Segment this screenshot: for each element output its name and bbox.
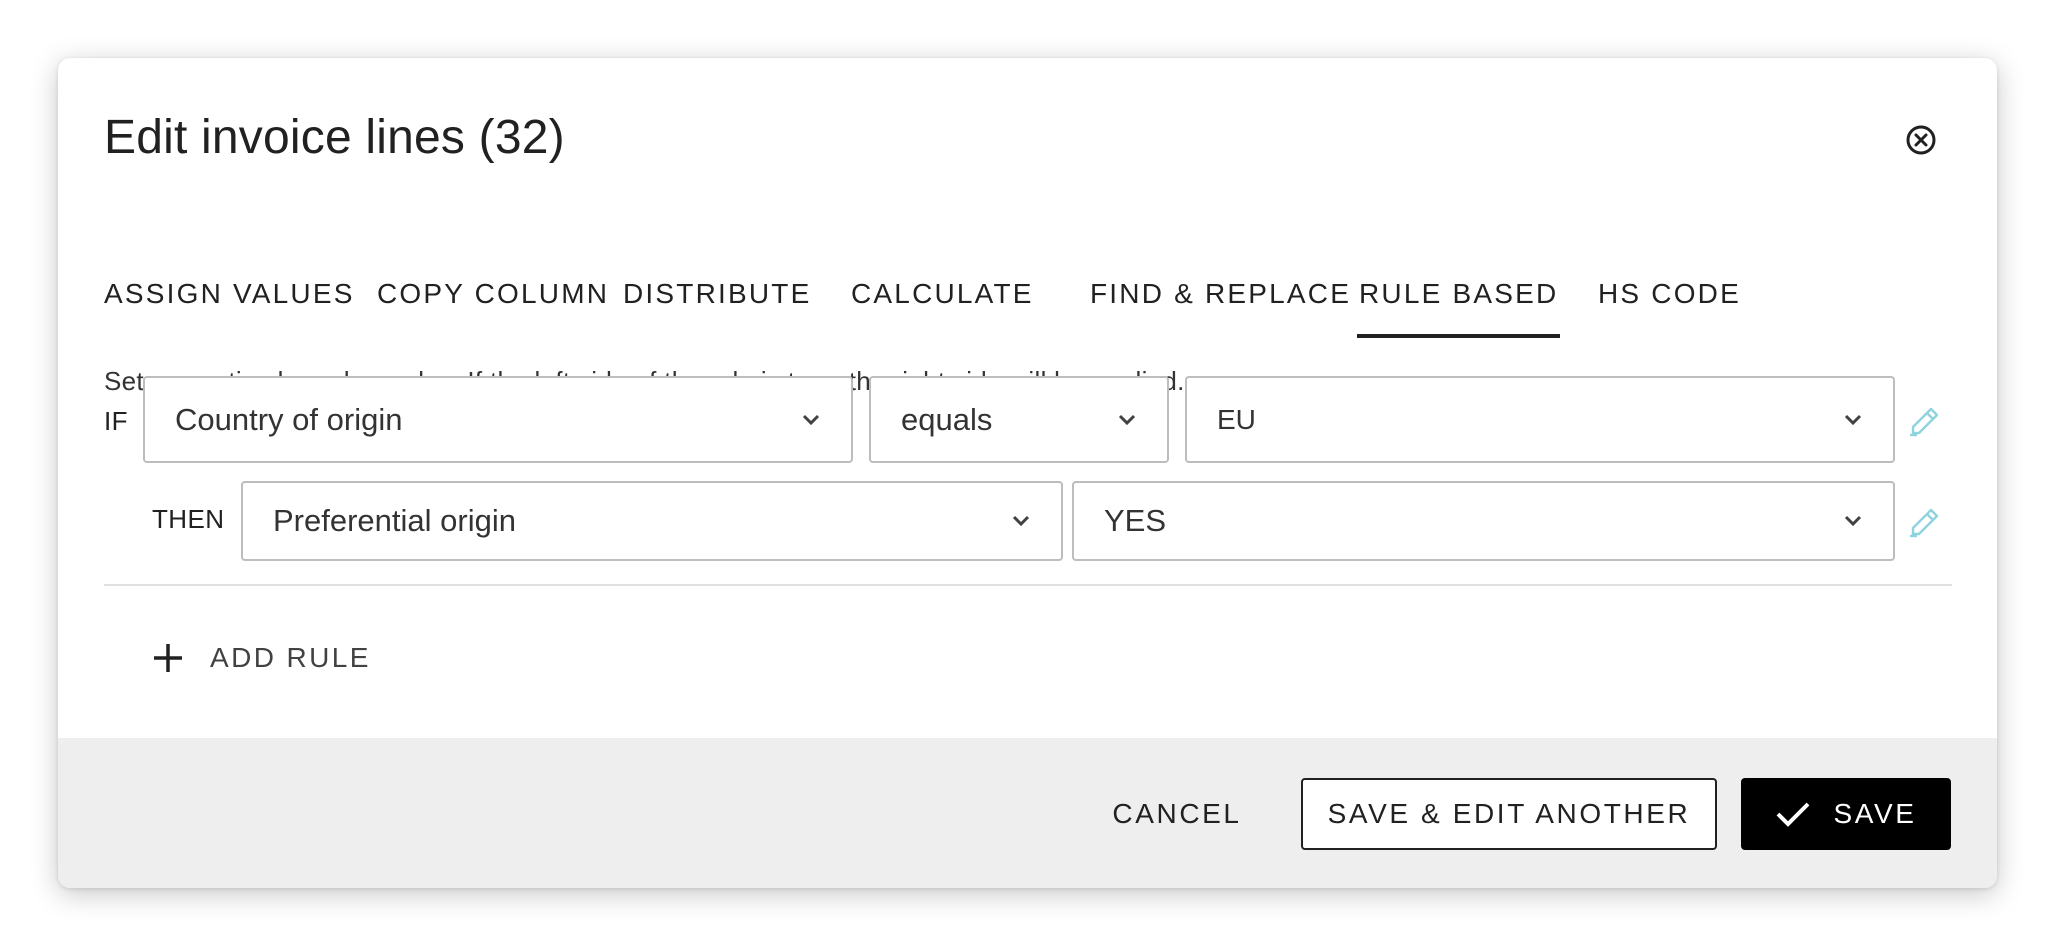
cancel-button[interactable]: CANCEL <box>1102 778 1252 850</box>
edit-invoice-lines-dialog: Edit invoice lines (32) ASSIGN VALUES CO… <box>58 58 1997 888</box>
add-rule-button[interactable]: ADD RULE <box>152 630 371 686</box>
condition-field-select[interactable]: Country of origin <box>143 376 853 463</box>
tab-calculate[interactable]: CALCULATE <box>851 266 1034 338</box>
save-label: SAVE <box>1833 798 1917 829</box>
condition-value-select[interactable]: EU <box>1185 376 1895 463</box>
tab-assign-values[interactable]: ASSIGN VALUES <box>104 266 355 338</box>
chevron-down-icon <box>1844 515 1862 527</box>
tab-hs-code[interactable]: HS CODE <box>1598 266 1741 338</box>
tab-distribute[interactable]: DISTRIBUTE <box>623 266 811 338</box>
tab-find-replace[interactable]: FIND & REPLACE <box>1090 266 1351 338</box>
tab-rule-based[interactable]: RULE BASED <box>1356 266 1561 338</box>
chevron-down-icon <box>1844 414 1862 425</box>
condition-field-value: Country of origin <box>175 401 403 437</box>
plus-icon <box>154 644 182 672</box>
condition-value: EU <box>1217 403 1256 435</box>
chevron-down-icon <box>802 414 820 425</box>
edit-condition-icon[interactable] <box>1907 403 1941 437</box>
chevron-down-icon <box>1012 515 1030 527</box>
target-value: YES <box>1104 503 1167 538</box>
condition-operator-select[interactable]: equals <box>869 376 1169 463</box>
close-icon[interactable] <box>1905 124 1937 156</box>
tab-copy-column[interactable]: COPY COLUMN <box>377 266 609 338</box>
add-rule-label: ADD RULE <box>210 642 371 673</box>
target-value-select[interactable]: YES <box>1072 481 1895 561</box>
then-label: THEN <box>152 504 225 534</box>
if-label: IF <box>104 406 128 436</box>
edit-target-icon[interactable] <box>1907 504 1941 538</box>
divider <box>104 584 1952 586</box>
target-field-value: Preferential origin <box>273 503 516 538</box>
target-field-select[interactable]: Preferential origin <box>241 481 1063 561</box>
save-and-edit-another-button[interactable]: SAVE & EDIT ANOTHER <box>1301 778 1717 850</box>
save-button[interactable]: SAVE <box>1741 778 1951 850</box>
chevron-down-icon <box>1118 414 1136 425</box>
check-icon <box>1777 802 1810 827</box>
condition-operator-value: equals <box>901 401 993 437</box>
dialog-title: Edit invoice lines (32) <box>104 111 565 164</box>
